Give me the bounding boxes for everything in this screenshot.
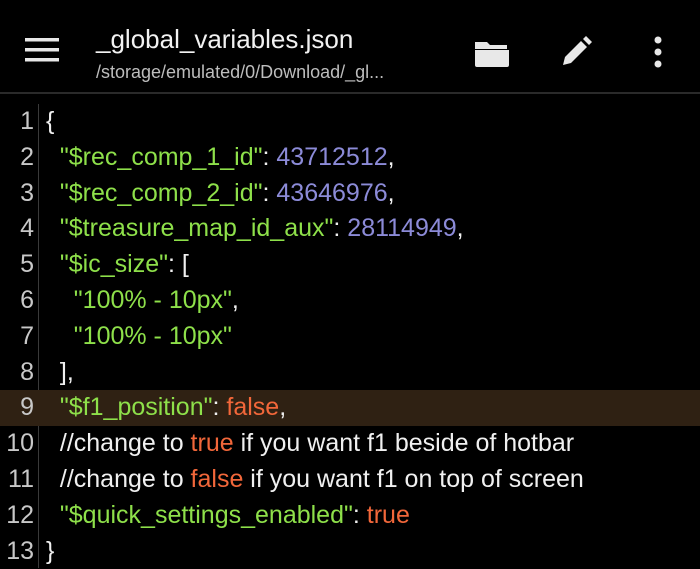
code-line[interactable]: 3 "$rec_comp_2_id": 43646976, xyxy=(0,176,700,212)
menu-button[interactable] xyxy=(22,30,62,70)
code-token: , xyxy=(456,214,464,243)
more-options-button[interactable] xyxy=(636,30,680,74)
line-number: 10 xyxy=(6,429,34,458)
line-number: 2 xyxy=(20,142,34,171)
code-line[interactable]: 8 ], xyxy=(0,355,700,391)
code-text: "100% - 10px" xyxy=(46,319,232,355)
file-title: _global_variables.json xyxy=(96,24,354,54)
code-text: "$ic_size": [ xyxy=(46,247,189,283)
code-text: "$quick_settings_enabled": true xyxy=(46,498,410,534)
pencil-icon xyxy=(563,36,592,65)
line-number: 1 xyxy=(20,107,34,135)
code-token: : [ xyxy=(167,250,189,279)
code-token: "$f1_position" xyxy=(59,393,213,422)
code-token: 43712512 xyxy=(276,142,388,171)
folder-open-icon xyxy=(475,42,509,67)
code-token: "$rec_comp_2_id" xyxy=(59,178,263,207)
code-text: "100% - 10px", xyxy=(46,283,239,319)
code-token: false xyxy=(226,393,280,422)
code-text: "$f1_position": false, xyxy=(46,390,286,426)
file-path: /storage/emulated/0/Download/_gl... xyxy=(96,62,385,82)
code-line[interactable]: 13} xyxy=(0,534,700,569)
code-token: : xyxy=(333,214,348,243)
code-token: if you want f1 beside of hotbar xyxy=(233,429,575,458)
line-number: 4 xyxy=(20,214,34,243)
line-number: 8 xyxy=(20,357,34,386)
code-token: { xyxy=(46,107,55,135)
code-line[interactable]: 7 "100% - 10px" xyxy=(0,319,700,355)
code-token: 28114949 xyxy=(347,214,457,243)
line-number: 5 xyxy=(20,250,34,279)
code-text: { xyxy=(46,104,54,140)
code-text: "$rec_comp_2_id": 43646976, xyxy=(46,176,395,212)
code-token: ], xyxy=(46,357,74,386)
code-token: //change to xyxy=(46,465,191,493)
code-text: //change to true if you want f1 beside o… xyxy=(46,426,574,462)
code-token: : xyxy=(352,500,367,529)
code-text: } xyxy=(46,534,54,569)
code-token: "$rec_comp_1_id" xyxy=(59,142,263,171)
line-number: 11 xyxy=(8,465,34,493)
code-token: 43646976 xyxy=(276,178,388,207)
code-token: "100% - 10px" xyxy=(73,321,232,350)
line-number: 9 xyxy=(20,393,34,422)
code-token: "$treasure_map_id_aux" xyxy=(59,214,334,243)
code-line[interactable]: 6 "100% - 10px", xyxy=(0,283,700,319)
hamburger-menu-icon xyxy=(25,38,59,62)
code-token: "$ic_size" xyxy=(59,250,168,279)
line-number: 13 xyxy=(6,536,34,565)
code-token: true xyxy=(366,500,410,529)
code-text: ], xyxy=(46,355,74,391)
code-line[interactable]: 4 "$treasure_map_id_aux": 28114949, xyxy=(0,211,700,247)
open-folder-button[interactable] xyxy=(470,30,514,74)
code-token: : xyxy=(212,393,227,422)
edit-button[interactable] xyxy=(554,30,598,74)
code-token: } xyxy=(46,536,55,565)
code-line[interactable]: 10 //change to true if you want f1 besid… xyxy=(0,426,700,462)
code-token: false xyxy=(190,465,244,493)
code-line[interactable]: 2 "$rec_comp_1_id": 43712512, xyxy=(0,140,700,176)
code-text: "$treasure_map_id_aux": 28114949, xyxy=(46,211,464,247)
line-number: 3 xyxy=(20,178,34,207)
code-line[interactable]: 5 "$ic_size": [ xyxy=(0,247,700,283)
line-number: 6 xyxy=(20,286,34,314)
code-token: //change to xyxy=(46,429,191,458)
code-token: "100% - 10px" xyxy=(73,286,232,314)
code-token: "$quick_settings_enabled" xyxy=(59,500,353,529)
code-token: , xyxy=(387,178,395,207)
code-token: : xyxy=(262,178,277,207)
code-token: : xyxy=(262,142,277,171)
line-number: 7 xyxy=(20,321,34,350)
code-text: "$rec_comp_1_id": 43712512, xyxy=(46,140,395,176)
code-token: , xyxy=(387,142,395,171)
code-editor[interactable]: 1{2 "$rec_comp_1_id": 43712512, 3 "$rec_c… xyxy=(0,104,700,568)
line-number: 12 xyxy=(6,500,34,529)
code-line[interactable]: 11 //change to false if you want f1 on t… xyxy=(0,462,700,498)
code-token: , xyxy=(231,286,239,314)
code-line[interactable]: 9 "$f1_position": false, xyxy=(0,390,700,427)
more-vertical-icon xyxy=(654,36,662,68)
code-line[interactable]: 12 "$quick_settings_enabled": true xyxy=(0,498,700,534)
code-token: , xyxy=(279,393,287,422)
code-token: true xyxy=(190,429,234,458)
code-token: if you want f1 on top of screen xyxy=(243,465,584,493)
code-line[interactable]: 1{ xyxy=(0,104,700,140)
code-text: //change to false if you want f1 on top … xyxy=(46,462,584,498)
app-toolbar: _global_variables.json /storage/emulated… xyxy=(0,0,700,94)
